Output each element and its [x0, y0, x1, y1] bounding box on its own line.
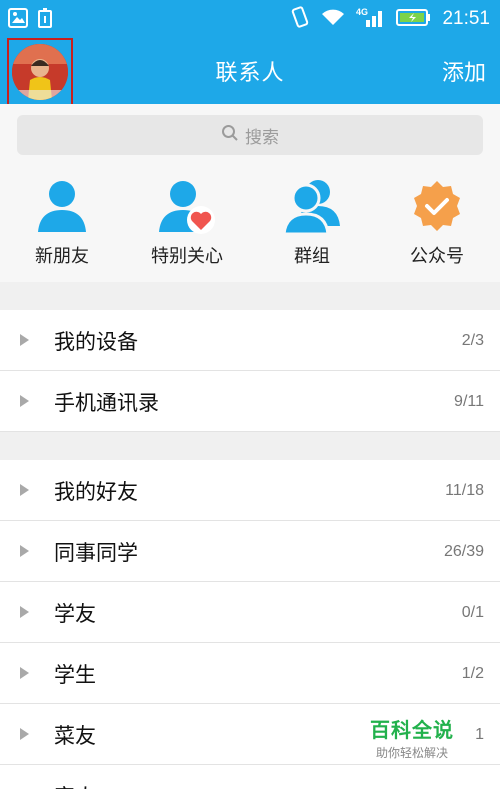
search-placeholder: 搜索 — [245, 127, 279, 148]
group-name: 我的设备 — [54, 330, 138, 354]
group-row-family[interactable]: 家人 — [0, 765, 500, 789]
badge-check-icon — [407, 178, 467, 234]
page-title: 联系人 — [215, 61, 285, 86]
group-list-top: 我的设备 2/3 手机通讯录 9/11 — [0, 310, 500, 432]
watermark-sub: 助你轻松解决 — [375, 746, 448, 760]
expand-arrow-icon — [20, 545, 29, 557]
status-bar: 4G 21:51 — [0, 0, 500, 36]
group-row-my-friends[interactable]: 我的好友 11/18 — [0, 460, 500, 521]
group-row-phone-contacts[interactable]: 手机通讯录 9/11 — [0, 371, 500, 432]
quick-action-label: 公众号 — [410, 246, 464, 267]
quick-action-groups[interactable]: 群组 — [252, 178, 372, 268]
wifi-icon — [320, 7, 346, 31]
status-time: 21:51 — [442, 8, 490, 29]
vibrate-icon — [290, 6, 310, 32]
quick-action-label: 新朋友 — [35, 246, 89, 267]
group-name: 家人 — [54, 781, 96, 789]
quick-action-official-accounts[interactable]: 公众号 — [377, 178, 497, 268]
image-notification-icon — [8, 8, 28, 32]
header: 联系人 添加 — [0, 36, 500, 114]
group-count: 1/2 — [461, 665, 484, 682]
watermark-main: 百科全说 — [370, 718, 454, 742]
group-name: 学友 — [54, 602, 96, 626]
group-name: 学生 — [54, 663, 96, 687]
search-icon — [221, 124, 239, 147]
group-row-students[interactable]: 学生 1/2 — [0, 643, 500, 704]
svg-text:4G: 4G — [356, 7, 368, 17]
group-count: 0/1 — [461, 604, 484, 621]
group-name: 我的好友 — [54, 480, 138, 504]
group-name: 手机通讯录 — [54, 391, 159, 415]
group-row-devices[interactable]: 我的设备 2/3 — [0, 310, 500, 371]
watermark-logo: 百科全说 助你轻松解决 — [364, 714, 460, 761]
group-count: 2/3 — [461, 332, 484, 349]
expand-arrow-icon — [20, 334, 29, 346]
battery-icon — [396, 7, 432, 31]
group-row-study-friends[interactable]: 学友 0/1 — [0, 582, 500, 643]
group-row-colleagues[interactable]: 同事同学 26/39 — [0, 521, 500, 582]
group-count: 9/11 — [454, 393, 484, 410]
expand-arrow-icon — [20, 395, 29, 407]
search-input[interactable]: 搜索 — [17, 115, 483, 155]
quick-action-special-care[interactable]: 特别关心 — [127, 178, 247, 268]
group-name: 菜友 — [54, 724, 96, 748]
signal-icon: 4G — [356, 6, 386, 32]
group-count: 11/18 — [445, 482, 484, 499]
quick-actions: 新朋友 特别关心 群组 公众号 — [0, 164, 500, 282]
quick-action-label: 特别关心 — [151, 246, 223, 267]
expand-arrow-icon — [20, 606, 29, 618]
expand-arrow-icon — [20, 667, 29, 679]
quick-action-label: 群组 — [294, 246, 330, 267]
add-button[interactable]: 添加 — [442, 55, 486, 87]
quick-action-new-friends[interactable]: 新朋友 — [2, 178, 122, 268]
person-icon — [32, 178, 92, 234]
search-area: 搜索 — [0, 104, 500, 164]
battery-notification-icon — [38, 8, 52, 32]
group-count: 26/39 — [443, 543, 484, 560]
group-name: 同事同学 — [54, 541, 138, 565]
group-icon — [282, 178, 342, 236]
person-heart-icon — [157, 178, 217, 234]
group-count: 1 — [475, 726, 484, 743]
expand-arrow-icon — [20, 728, 29, 740]
expand-arrow-icon — [20, 484, 29, 496]
